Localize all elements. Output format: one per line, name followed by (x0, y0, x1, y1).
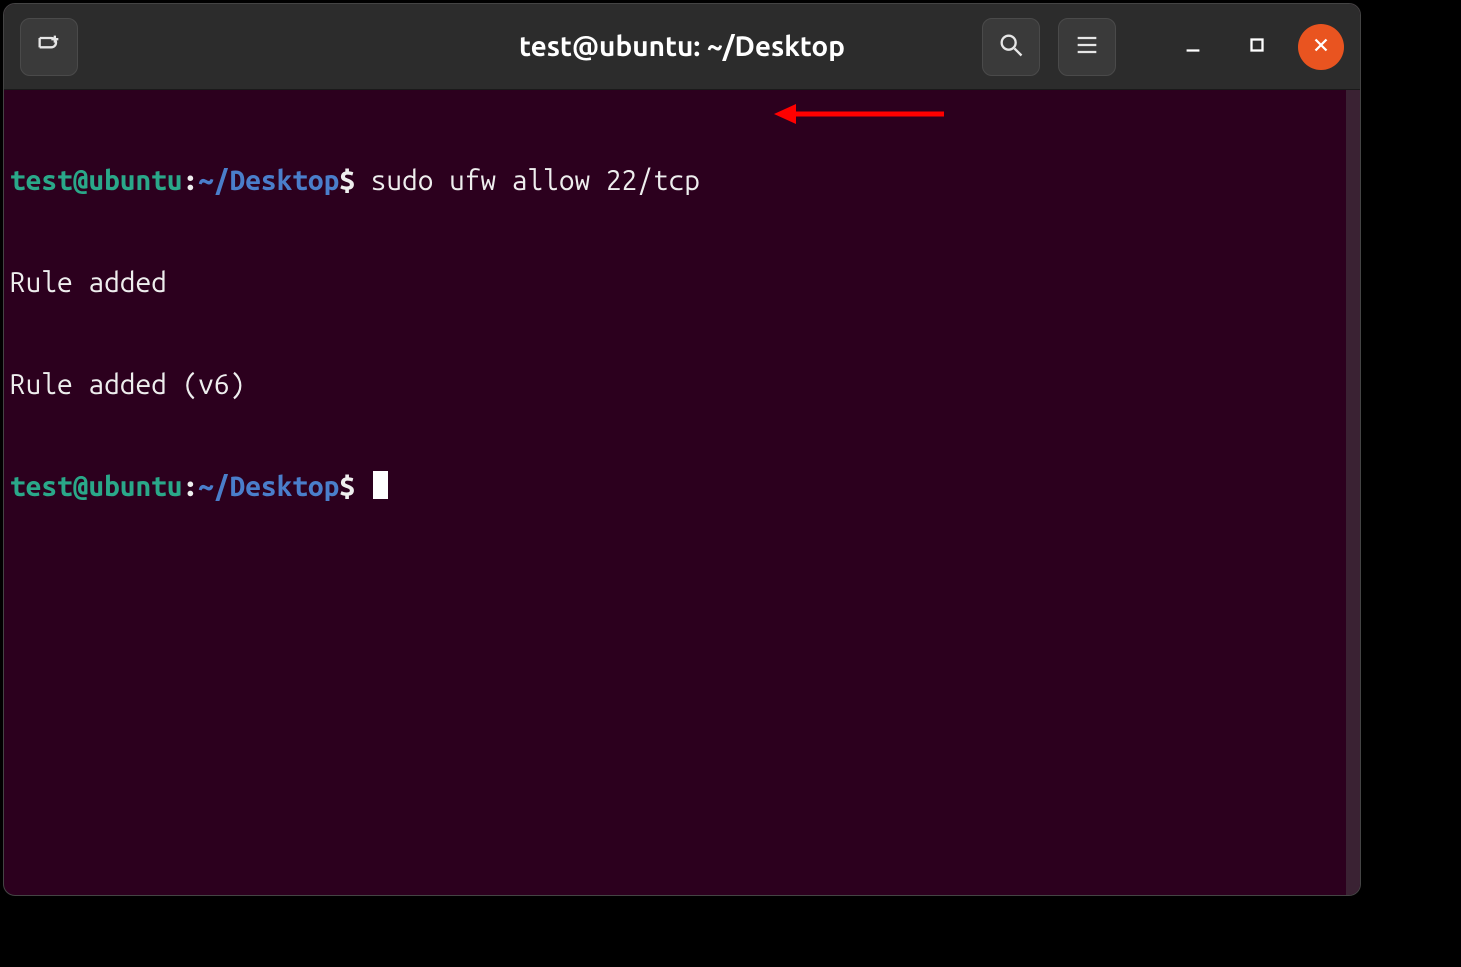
hamburger-icon (1073, 31, 1101, 63)
maximize-button[interactable] (1234, 24, 1280, 70)
minimize-icon (1182, 34, 1204, 60)
prompt-symbol: $ (339, 471, 355, 502)
output-line: Rule added (10, 266, 1354, 300)
cwd-path: ~/Desktop (198, 471, 339, 502)
output-line: Rule added (v6) (10, 368, 1354, 402)
terminal-window: test@ubuntu: ~/Desktop (3, 3, 1361, 896)
prompt-symbol: $ (339, 165, 355, 196)
text-cursor (373, 471, 388, 499)
titlebar: test@ubuntu: ~/Desktop (4, 4, 1360, 90)
cwd-path: ~/Desktop (198, 165, 339, 196)
prompt-separator: : (182, 165, 198, 196)
close-icon (1310, 34, 1332, 60)
scrollbar[interactable] (1346, 90, 1360, 895)
search-button[interactable] (982, 18, 1040, 76)
prompt-line-1: test@ubuntu:~/Desktop$ sudo ufw allow 22… (10, 164, 1354, 198)
prompt-line-2: test@ubuntu:~/Desktop$ (10, 470, 1354, 504)
close-button[interactable] (1298, 24, 1344, 70)
user-host: test@ubuntu (10, 471, 182, 502)
terminal-body[interactable]: test@ubuntu:~/Desktop$ sudo ufw allow 22… (4, 90, 1360, 578)
minimize-button[interactable] (1170, 24, 1216, 70)
prompt-separator: : (182, 471, 198, 502)
command-text: sudo ufw allow 22/tcp (371, 165, 700, 196)
menu-button[interactable] (1058, 18, 1116, 76)
user-host: test@ubuntu (10, 165, 182, 196)
new-tab-icon (35, 31, 63, 63)
search-icon (997, 31, 1025, 63)
maximize-icon (1246, 34, 1268, 60)
new-tab-button[interactable] (20, 18, 78, 76)
